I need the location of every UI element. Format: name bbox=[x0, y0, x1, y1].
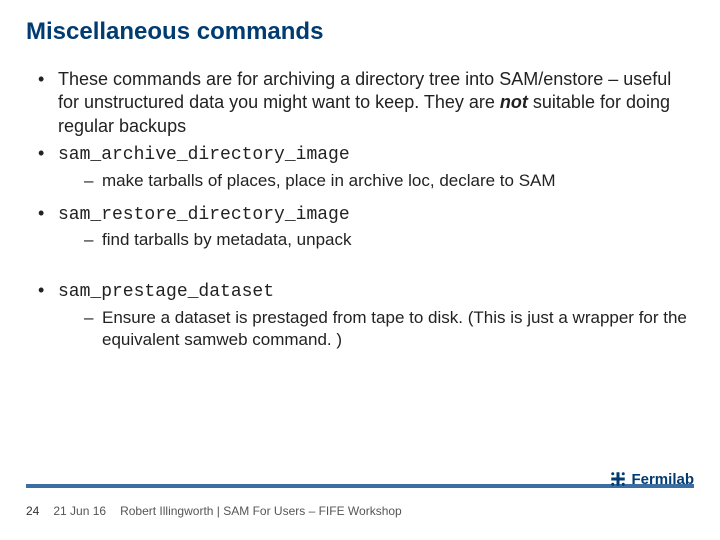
cmd2-code: sam_restore_directory_image bbox=[58, 205, 350, 225]
cmd1-sublist: make tarballs of places, place in archiv… bbox=[58, 170, 694, 192]
cmd1-sub: make tarballs of places, place in archiv… bbox=[84, 170, 694, 192]
fermilab-logo: Fermilab bbox=[609, 470, 694, 488]
cmd3-sublist: Ensure a dataset is prestaged from tape … bbox=[58, 307, 694, 351]
spacer bbox=[26, 261, 694, 279]
footer: 24 21 Jun 16 Robert Illingworth | SAM Fo… bbox=[26, 504, 402, 518]
slide-title: Miscellaneous commands bbox=[26, 18, 694, 46]
bullet-intro: These commands are for archiving a direc… bbox=[38, 68, 694, 138]
bullet-cmd3: sam_prestage_dataset Ensure a dataset is… bbox=[38, 279, 694, 351]
slide: Miscellaneous commands These commands ar… bbox=[0, 0, 720, 540]
bullet-cmd1: sam_archive_directory_image make tarball… bbox=[38, 142, 694, 191]
footer-date: 21 Jun 16 bbox=[53, 504, 106, 518]
footer-divider bbox=[26, 484, 694, 488]
page-number: 24 bbox=[26, 504, 39, 518]
fermilab-icon bbox=[609, 470, 627, 488]
bullet-list: These commands are for archiving a direc… bbox=[26, 68, 694, 251]
footer-attribution: Robert Illingworth | SAM For Users – FIF… bbox=[120, 504, 402, 518]
cmd2-sub: find tarballs by metadata, unpack bbox=[84, 229, 694, 251]
cmd2-sublist: find tarballs by metadata, unpack bbox=[58, 229, 694, 251]
intro-not: not bbox=[500, 92, 528, 112]
bullet-list-2: sam_prestage_dataset Ensure a dataset is… bbox=[26, 279, 694, 351]
cmd1-code: sam_archive_directory_image bbox=[58, 145, 350, 165]
cmd3-code: sam_prestage_dataset bbox=[58, 282, 274, 302]
bullet-cmd2: sam_restore_directory_image find tarball… bbox=[38, 202, 694, 251]
logo-text: Fermilab bbox=[631, 471, 694, 488]
cmd3-sub: Ensure a dataset is prestaged from tape … bbox=[84, 307, 694, 351]
